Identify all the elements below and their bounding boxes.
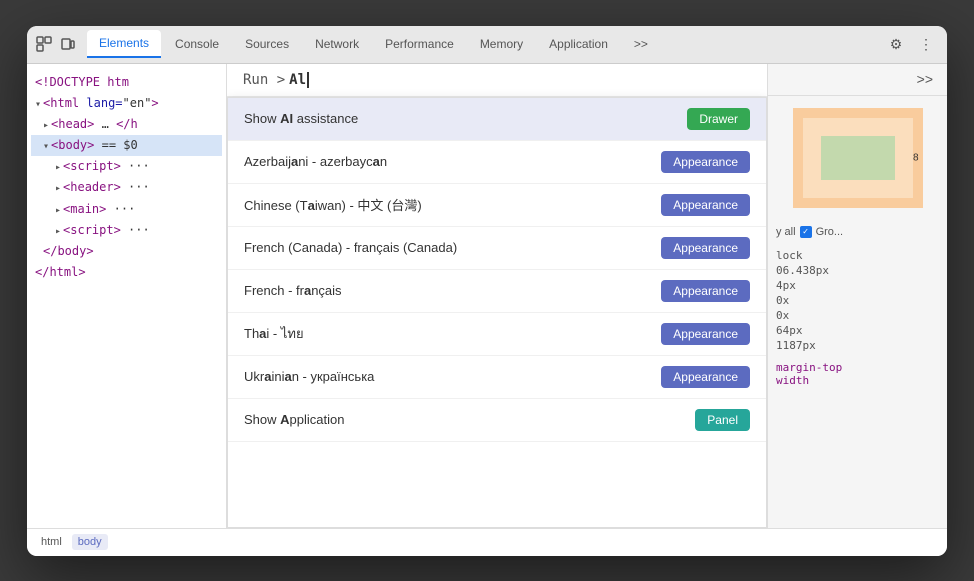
dom-line-body[interactable]: ▾<body> == $0 <box>31 135 222 156</box>
dom-line[interactable]: ▾<html lang="en"> <box>31 93 222 114</box>
result-text-french-canada: French (Canada) - français (Canada) <box>244 240 457 255</box>
center-area: Run > Al Show AI assistance Drawer <box>227 64 767 528</box>
command-cursor <box>307 72 309 88</box>
tab-console[interactable]: Console <box>163 31 231 57</box>
dom-line: <!DOCTYPE htm <box>31 72 222 93</box>
prop-row: 06.438px <box>776 263 939 278</box>
command-input-row: Run > Al <box>227 64 767 97</box>
box-model-area: 8 <box>768 96 947 220</box>
breadcrumb-html[interactable]: html <box>35 534 68 550</box>
prop-row: 64px <box>776 323 939 338</box>
right-props: lock 06.438px 4px 0x 0x 64px 1187px <box>768 244 947 357</box>
result-text-ukrainian: Ukrainian - українська <box>244 369 374 384</box>
prop-row: lock <box>776 248 939 263</box>
dom-tree-panel: <!DOCTYPE htm ▾<html lang="en"> ▸<head> … <box>27 64 227 528</box>
right-panel: >> 8 <box>767 64 947 528</box>
dom-line[interactable]: ▸<main> ··· <box>31 199 222 220</box>
box-margin: 8 <box>793 108 923 208</box>
right-panel-chevron[interactable]: >> <box>911 69 939 89</box>
tab-network[interactable]: Network <box>303 31 371 57</box>
main-area: <!DOCTYPE htm ▾<html lang="en"> ▸<head> … <box>27 64 947 528</box>
badge-appearance-azerbaijani[interactable]: Appearance <box>661 151 750 173</box>
box-border <box>803 118 913 198</box>
tab-elements[interactable]: Elements <box>87 30 161 58</box>
command-prefix: Run > <box>243 72 285 88</box>
bottom-bar: html body <box>27 528 947 556</box>
badge-appearance-chinese[interactable]: Appearance <box>661 194 750 216</box>
badge-appearance-french[interactable]: Appearance <box>661 280 750 302</box>
command-input-display[interactable]: Al <box>289 72 309 88</box>
checkbox-label-1: y all <box>776 226 796 238</box>
dom-line[interactable]: ▸<head> … </h <box>31 114 222 135</box>
breadcrumb-body[interactable]: body <box>72 534 108 550</box>
result-french-canada[interactable]: French (Canada) - français (Canada) Appe… <box>228 227 766 270</box>
prop-row: 0x <box>776 293 939 308</box>
badge-appearance-thai[interactable]: Appearance <box>661 323 750 345</box>
dom-line[interactable]: ▸<script> ··· <box>31 220 222 241</box>
dom-line: </html> <box>31 262 222 283</box>
tab-sources[interactable]: Sources <box>233 31 301 57</box>
result-azerbaijani[interactable]: Azerbaijani - azerbaycan Appearance <box>228 141 766 184</box>
result-show-ai[interactable]: Show AI assistance Drawer <box>228 98 766 141</box>
css-props-panel: margin-top width <box>768 357 947 391</box>
dom-line: </body> <box>31 241 222 262</box>
command-results-list: Show AI assistance Drawer Azerbaijani - … <box>227 97 767 528</box>
devtools-window: Elements Console Sources Network Perform… <box>27 26 947 556</box>
result-ukrainian[interactable]: Ukrainian - українська Appearance <box>228 356 766 399</box>
prop-row: 0x <box>776 308 939 323</box>
badge-panel[interactable]: Panel <box>695 409 750 431</box>
prop-row: 1187px <box>776 338 939 353</box>
tab-bar: Elements Console Sources Network Perform… <box>27 26 947 64</box>
result-text-show-application: Show Application <box>244 412 344 427</box>
checkbox-group[interactable]: ✓ <box>800 226 812 238</box>
result-text-azerbaijani: Azerbaijani - azerbaycan <box>244 154 387 169</box>
box-number: 8 <box>913 152 919 163</box>
tab-bar-icons <box>35 35 77 53</box>
badge-drawer[interactable]: Drawer <box>687 108 750 130</box>
result-show-application[interactable]: Show Application Panel <box>228 399 766 442</box>
tab-more[interactable]: >> <box>622 31 660 57</box>
badge-appearance-french-canada[interactable]: Appearance <box>661 237 750 259</box>
command-input-text: Al <box>289 72 306 88</box>
more-options-button[interactable]: ⋮ <box>913 31 939 57</box>
css-prop-margin-top: margin-top <box>776 361 939 374</box>
box-padding <box>821 136 895 180</box>
result-thai[interactable]: Thai - ไทย Appearance <box>228 313 766 356</box>
result-french[interactable]: French - français Appearance <box>228 270 766 313</box>
right-panel-top: >> <box>768 64 947 96</box>
box-model: 8 <box>793 108 923 208</box>
tab-performance[interactable]: Performance <box>373 31 466 57</box>
tab-memory[interactable]: Memory <box>468 31 535 57</box>
command-palette: Run > Al Show AI assistance Drawer <box>227 64 767 528</box>
tab-application[interactable]: Application <box>537 31 620 57</box>
dom-line[interactable]: ▸<header> ··· <box>31 177 222 198</box>
settings-button[interactable]: ⚙ <box>883 31 909 57</box>
right-info: y all ✓ Gro... <box>768 220 947 244</box>
prop-row: 4px <box>776 278 939 293</box>
result-text-french: French - français <box>244 283 342 298</box>
css-prop-width: width <box>776 374 939 387</box>
result-text-show-ai: Show AI assistance <box>244 111 358 126</box>
right-info-row-1: y all ✓ Gro... <box>776 224 939 240</box>
result-chinese-taiwan[interactable]: Chinese (Taiwan) - 中文 (台灣) Appearance <box>228 184 766 227</box>
result-text-thai: Thai - ไทย <box>244 323 304 344</box>
badge-appearance-ukrainian[interactable]: Appearance <box>661 366 750 388</box>
device-icon[interactable] <box>59 35 77 53</box>
checkbox-label-2: Gro... <box>816 226 844 238</box>
result-text-chinese-taiwan: Chinese (Taiwan) - 中文 (台灣) <box>244 195 422 214</box>
inspect-icon[interactable] <box>35 35 53 53</box>
tab-bar-actions: ⚙ ⋮ <box>883 31 939 57</box>
dom-line[interactable]: ▸<script> ··· <box>31 156 222 177</box>
